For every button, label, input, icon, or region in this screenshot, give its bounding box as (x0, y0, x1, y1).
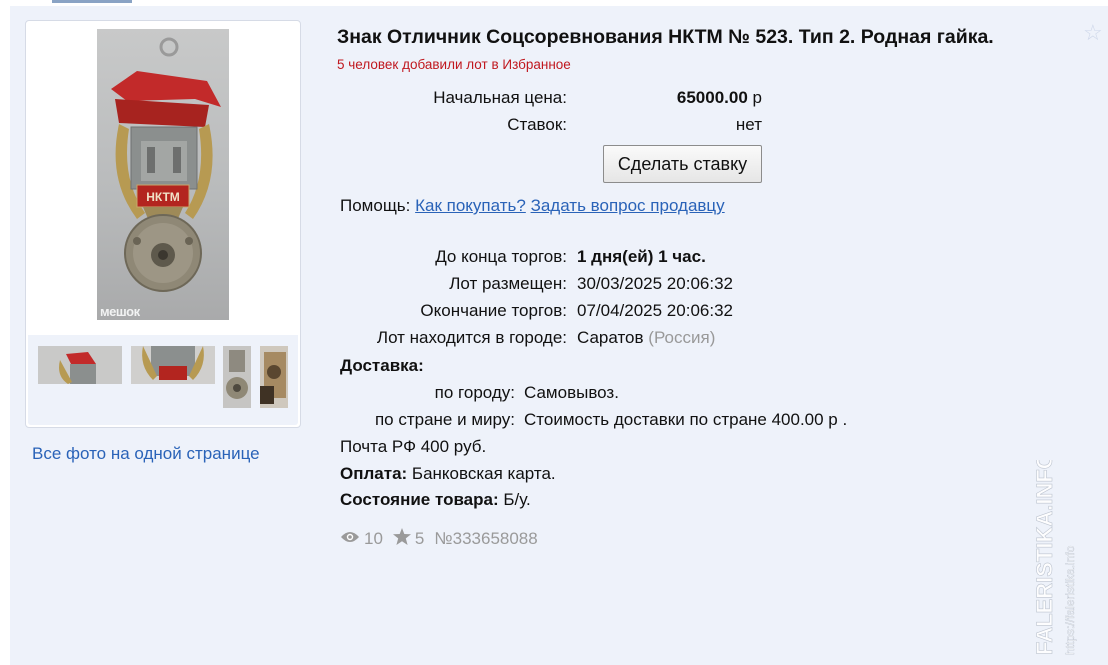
star-icon (392, 528, 411, 550)
thumbnail-2[interactable] (131, 346, 215, 384)
currency: р (752, 88, 762, 107)
watermark-main: FALERISTIKA.INFO (1032, 460, 1057, 655)
condition-value: Б/у. (503, 490, 531, 509)
favorites-note: 5 человек добавили лот в Избранное (337, 57, 571, 72)
start-price: 65000.00 р (677, 88, 762, 108)
watermark-url: https://faleristika.info (1063, 545, 1077, 655)
thumbnail-4-image (260, 352, 286, 404)
help-label: Помощь: (340, 196, 411, 215)
badge-photo-image: НКТМ (111, 37, 221, 292)
posted-label: Лот размещен: (449, 274, 567, 293)
ends-in-label: До конца торгов: (435, 247, 567, 266)
site-logo-watermark: мешок (100, 304, 140, 319)
city-value: Саратов (577, 328, 644, 347)
posted-value: 30/03/2025 20:06:32 (577, 274, 733, 293)
delivery-heading: Доставка: (340, 356, 424, 375)
end-date-label: Окончание торгов: (420, 301, 567, 320)
lot-stats: 10 5 №333658088 (340, 528, 538, 550)
how-to-buy-link[interactable]: Как покупать? (415, 196, 526, 215)
thumbnail-4[interactable] (260, 346, 288, 408)
top-strip (52, 0, 132, 3)
svg-text:НКТМ: НКТМ (146, 190, 180, 204)
delivery-world-value: Стоимость доставки по стране 400.00 р . (524, 410, 848, 429)
all-photos-link[interactable]: Все фото на одной странице (32, 444, 260, 464)
end-date-value: 07/04/2025 20:06:32 (577, 301, 733, 320)
ends-in-value: 1 дня(ей) 1 час. (577, 247, 706, 266)
lot-number: №333658088 (434, 529, 538, 548)
condition-label: Состояние товара: (340, 490, 499, 509)
payment-row: Оплата: Банковская карта. (340, 464, 556, 484)
lot-title: Знак Отличник Соцсоревнования НКТМ № 523… (337, 26, 994, 48)
views-count: 10 (364, 529, 383, 548)
eye-icon (340, 529, 360, 549)
post-note: Почта РФ 400 руб. (340, 437, 487, 456)
city-location: Саратов (Россия) (577, 328, 715, 348)
thumbnail-strip (28, 335, 298, 425)
thumbnail-3[interactable] (223, 346, 251, 408)
payment-label: Оплата: (340, 464, 408, 483)
faleristika-watermark: FALERISTIKA.INFO https://faleristika.inf… (1032, 460, 1078, 655)
country-value: (Россия) (648, 328, 716, 347)
delivery-city-label: по городу: (434, 383, 515, 402)
thumbnail-1-image (59, 352, 96, 384)
start-price-label: Начальная цена: (433, 88, 567, 107)
delivery-city-value: Самовывоз. (524, 383, 619, 402)
stars-count: 5 (414, 529, 425, 548)
favorite-star-icon[interactable]: ☆ (1083, 22, 1103, 44)
city-label: Лот находится в городе: (376, 328, 567, 347)
bids-value: нет (735, 115, 762, 134)
delivery-world-label: по стране и миру: (374, 410, 515, 429)
main-photo[interactable]: НКТМ мешок (97, 29, 229, 320)
thumbnail-2-image (142, 346, 204, 380)
place-bid-button[interactable]: Сделать ставку (603, 145, 762, 183)
ask-seller-link[interactable]: Задать вопрос продавцу (531, 196, 725, 215)
condition-row: Состояние товара: Б/у. (340, 490, 531, 510)
thumbnail-1[interactable] (38, 346, 122, 384)
start-price-value: 65000.00 (676, 88, 748, 107)
help-row: Помощь: Как покупать? Задать вопрос прод… (340, 196, 725, 216)
bids-label: Ставок: (507, 115, 567, 134)
thumbnail-3-image (226, 350, 248, 399)
payment-value: Банковская карта. (411, 464, 556, 483)
